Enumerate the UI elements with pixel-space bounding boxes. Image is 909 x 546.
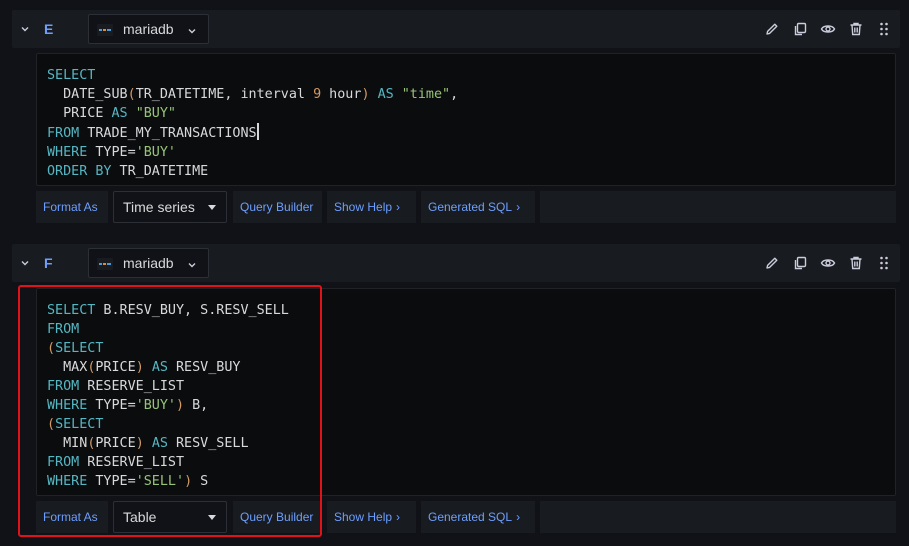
query-ref-id[interactable]: E	[44, 21, 53, 37]
copy-icon[interactable]	[792, 255, 808, 271]
show-help-button[interactable]: Show Help ›	[327, 501, 416, 533]
toolbar-spacer	[540, 501, 896, 533]
mariadb-logo-icon	[97, 24, 113, 36]
sql-line: SELECT B.RESV_BUY, S.RESV_SELL	[47, 303, 289, 318]
datasource-name: mariadb	[123, 255, 174, 271]
format-as-select[interactable]: Table	[113, 501, 227, 533]
sql-line: FROM TRADE_MY_TRANSACTIONS	[47, 123, 885, 143]
query-ref-id[interactable]: F	[44, 255, 53, 271]
query-header: F mariadb	[12, 244, 900, 282]
toolbar-spacer	[540, 191, 896, 223]
generated-sql-label: Generated SQL	[428, 200, 513, 214]
query-toolbar: Format As Table Query Builder Show Help ›…	[36, 501, 896, 533]
trash-icon[interactable]	[848, 21, 864, 37]
chevron-right-icon: ›	[516, 200, 521, 214]
sql-line: MAX(PRICE) AS RESV_BUY	[47, 360, 241, 375]
generated-sql-button[interactable]: Generated SQL ›	[421, 501, 535, 533]
query-toolbar: Format As Time series Query Builder Show…	[36, 191, 896, 223]
query-builder-button[interactable]: Query Builder	[233, 501, 322, 533]
sql-line: (SELECT	[47, 341, 104, 356]
query-builder-button[interactable]: Query Builder	[233, 191, 322, 223]
show-help-label: Show Help	[334, 200, 393, 214]
generated-sql-button[interactable]: Generated SQL ›	[421, 191, 535, 223]
sql-line: FROM RESERVE_LIST	[47, 455, 185, 470]
datasource-picker[interactable]: mariadb	[88, 14, 209, 44]
format-as-value: Table	[123, 509, 157, 525]
chevron-down-icon	[188, 263, 196, 268]
pencil-icon[interactable]	[764, 21, 780, 37]
sql-editor[interactable]: SELECT B.RESV_BUY, S.RESV_SELL FROM (SELEC…	[36, 288, 896, 496]
sql-line: (SELECT	[47, 417, 104, 432]
chevron-right-icon: ›	[396, 510, 401, 524]
caret-down-icon	[208, 515, 216, 520]
copy-icon[interactable]	[792, 21, 808, 37]
chevron-right-icon: ›	[396, 200, 401, 214]
sql-line: ORDER BY TR_DATETIME	[47, 164, 209, 179]
eye-icon[interactable]	[820, 255, 836, 271]
drag-handle-icon[interactable]	[876, 21, 892, 37]
trash-icon[interactable]	[848, 255, 864, 271]
chevron-down-icon	[188, 29, 196, 34]
eye-icon[interactable]	[820, 21, 836, 37]
pencil-icon[interactable]	[764, 255, 780, 271]
sql-line: WHERE TYPE='SELL') S	[47, 474, 209, 489]
sql-line: DATE_SUB(TR_DATETIME, interval 9 hour) A…	[47, 87, 459, 102]
show-help-label: Show Help	[334, 510, 393, 524]
sql-line: WHERE TYPE='BUY'	[47, 145, 176, 160]
datasource-picker[interactable]: mariadb	[88, 248, 209, 278]
sql-line: FROM	[47, 322, 80, 337]
sql-line: PRICE AS "BUY"	[47, 106, 176, 121]
datasource-name: mariadb	[123, 21, 174, 37]
sql-line: FROM RESERVE_LIST	[47, 379, 185, 394]
format-as-label: Format As	[36, 501, 108, 533]
mariadb-logo-icon	[97, 258, 113, 270]
chevron-down-icon[interactable]	[20, 258, 30, 268]
generated-sql-label: Generated SQL	[428, 510, 513, 524]
chevron-right-icon: ›	[516, 510, 521, 524]
text-cursor	[256, 123, 259, 140]
drag-handle-icon[interactable]	[876, 255, 892, 271]
query-header: E mariadb	[12, 10, 900, 48]
caret-down-icon	[208, 205, 216, 210]
format-as-label: Format As	[36, 191, 108, 223]
sql-line: WHERE TYPE='BUY') B,	[47, 398, 209, 413]
format-as-select[interactable]: Time series	[113, 191, 227, 223]
chevron-down-icon[interactable]	[20, 24, 30, 34]
show-help-button[interactable]: Show Help ›	[327, 191, 416, 223]
format-as-value: Time series	[123, 199, 195, 215]
sql-line: SELECT	[47, 68, 96, 83]
sql-editor[interactable]: SELECT DATE_SUB(TR_DATETIME, interval 9 …	[36, 53, 896, 186]
sql-line: MIN(PRICE) AS RESV_SELL	[47, 436, 249, 451]
